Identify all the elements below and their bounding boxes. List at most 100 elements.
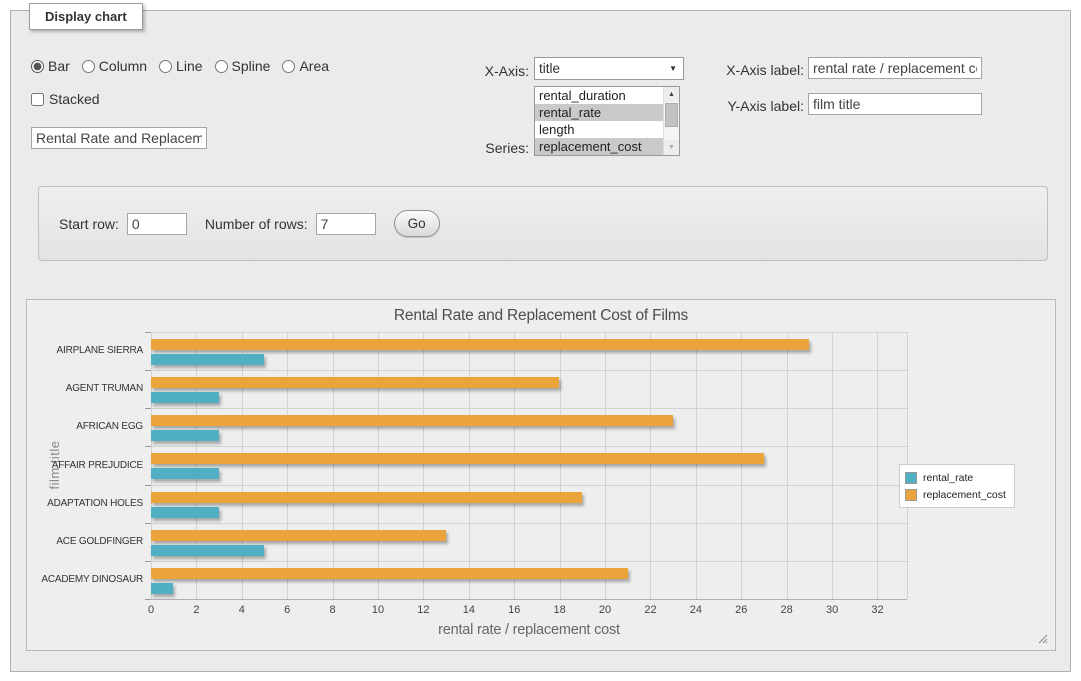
go-button[interactable]: Go <box>394 210 440 237</box>
chart-title: Rental Rate and Replacement Cost of Film… <box>27 307 1055 325</box>
bar-replacement_cost <box>151 568 628 579</box>
legend-item-rental_rate: rental_rate <box>905 469 1006 486</box>
radio-bar[interactable] <box>31 60 44 73</box>
y-tick <box>145 485 151 486</box>
chart-legend: rental_ratereplacement_cost <box>899 464 1015 508</box>
series-option-length[interactable]: length <box>535 121 663 138</box>
bar-replacement_cost <box>151 530 446 541</box>
gridline <box>151 561 907 562</box>
display-chart-panel: Display chart BarColumnLineSplineArea St… <box>10 10 1071 672</box>
gridline <box>151 408 907 409</box>
radio-area[interactable] <box>282 60 295 73</box>
radio-label: Spline <box>232 58 271 74</box>
chart-type-area[interactable]: Area <box>282 58 329 74</box>
start-row-input[interactable] <box>127 213 187 235</box>
radio-label: Column <box>99 58 147 74</box>
legend-swatch <box>905 489 917 501</box>
resize-grip-icon[interactable] <box>1038 634 1048 644</box>
gridline <box>787 332 788 599</box>
y-tick <box>145 446 151 447</box>
gridline <box>605 332 606 599</box>
x-tick-label: 28 <box>772 604 802 616</box>
series-option-replacement_cost[interactable]: replacement_cost <box>535 138 663 155</box>
number-of-rows-label: Number of rows: <box>205 216 308 232</box>
radio-column[interactable] <box>82 60 95 73</box>
legend-item-replacement_cost: replacement_cost <box>905 486 1006 503</box>
series-option-rental_duration[interactable]: rental_duration <box>535 87 663 104</box>
series-option-rental_rate[interactable]: rental_rate <box>535 104 663 121</box>
bar-replacement_cost <box>151 377 559 388</box>
category-label: ADAPTATION HOLES <box>27 498 143 509</box>
gridline <box>287 332 288 599</box>
gridline <box>151 370 907 371</box>
y-tick <box>145 332 151 333</box>
stacked-checkbox[interactable] <box>31 93 44 106</box>
gridline <box>242 332 243 599</box>
bar-replacement_cost <box>151 415 673 426</box>
stacked-label: Stacked <box>49 91 100 107</box>
x-axis-title: rental rate / replacement cost <box>151 622 907 638</box>
bar-replacement_cost <box>151 339 809 350</box>
category-label: AFRICAN EGG <box>27 421 143 432</box>
x-axis-label-label: X-Axis label: <box>651 62 804 78</box>
gridline <box>469 332 470 599</box>
x-tick-label: 0 <box>136 604 166 616</box>
radio-label: Bar <box>48 58 70 74</box>
gridline <box>378 332 379 599</box>
y-axis-label-label: Y-Axis label: <box>651 98 804 114</box>
rows-panel: Start row: Number of rows: Go <box>38 186 1048 261</box>
x-tick-label: 8 <box>318 604 348 616</box>
category-labels: AIRPLANE SIERRA AGENT TRUMAN AFRICAN EGG AF… <box>27 332 143 599</box>
gridline <box>696 332 697 599</box>
gridline <box>877 332 878 599</box>
bar-rental_rate <box>151 430 219 441</box>
bar-rental_rate <box>151 468 219 479</box>
radio-line[interactable] <box>159 60 172 73</box>
radio-label: Area <box>299 58 329 74</box>
bar-rental_rate <box>151 507 219 518</box>
category-label: ACADEMY DINOSAUR <box>27 574 143 585</box>
x-tick-label: 32 <box>862 604 892 616</box>
category-label: AIRPLANE SIERRA <box>27 345 143 356</box>
chart-title-input[interactable] <box>31 127 207 149</box>
gridline <box>423 332 424 599</box>
radio-spline[interactable] <box>215 60 228 73</box>
bar-rental_rate <box>151 354 264 365</box>
chart-type-column[interactable]: Column <box>82 58 147 74</box>
bar-rental_rate <box>151 583 173 594</box>
category-label: AGENT TRUMAN <box>27 383 143 394</box>
x-axis-select-label: X-Axis: <box>431 63 529 79</box>
gridline <box>151 446 907 447</box>
x-tick-label: 18 <box>545 604 575 616</box>
x-tick-label: 6 <box>272 604 302 616</box>
stacked-row[interactable]: Stacked <box>31 91 100 107</box>
bar-rental_rate <box>151 545 264 556</box>
category-label: ACE GOLDFINGER <box>27 536 143 547</box>
chart-type-group: Bar Column Line Spline Area <box>31 58 329 74</box>
chart-type-line[interactable]: Line <box>159 58 202 74</box>
x-tick-label: 24 <box>681 604 711 616</box>
y-axis-label-input[interactable] <box>808 93 982 115</box>
gridline <box>832 332 833 599</box>
gridline <box>151 332 907 333</box>
plot-area <box>151 332 907 599</box>
x-tick-label: 30 <box>817 604 847 616</box>
series-listbox[interactable]: rental_durationrental_ratelengthreplacem… <box>534 86 680 156</box>
y-tick <box>145 599 151 600</box>
y-tick <box>145 408 151 409</box>
gridline <box>560 332 561 599</box>
category-label: AFFAIR PREJUDICE <box>27 460 143 471</box>
x-axis-label-input[interactable] <box>808 57 982 79</box>
chart-type-spline[interactable]: Spline <box>215 58 271 74</box>
x-tick-label: 20 <box>590 604 620 616</box>
series-options: rental_durationrental_ratelengthreplacem… <box>535 87 663 155</box>
gridline <box>514 332 515 599</box>
number-of-rows-input[interactable] <box>316 213 376 235</box>
x-tick-label: 16 <box>499 604 529 616</box>
chart-type-bar[interactable]: Bar <box>31 58 70 74</box>
x-tick-label: 12 <box>408 604 438 616</box>
x-tick-label: 26 <box>726 604 756 616</box>
gridline <box>151 332 152 599</box>
gridline <box>650 332 651 599</box>
scroll-down-icon[interactable]: ▼ <box>664 140 679 155</box>
